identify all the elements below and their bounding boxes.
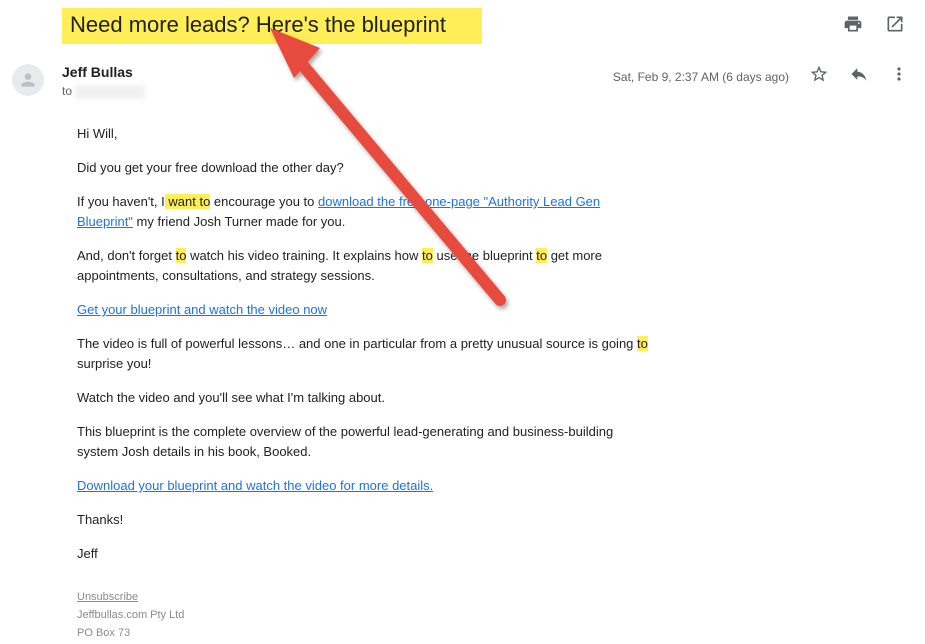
body-p6: Watch the video and you'll see what I'm … — [77, 388, 657, 408]
email-date: Sat, Feb 9, 2:37 AM (6 days ago) — [613, 70, 789, 84]
star-icon[interactable] — [809, 64, 829, 89]
to-label: to — [62, 84, 75, 98]
open-new-window-icon[interactable] — [885, 14, 905, 39]
body-p1: Did you get your free download the other… — [77, 158, 657, 178]
link-download-more-details[interactable]: Download your blueprint and watch the vi… — [77, 478, 433, 493]
link-get-blueprint[interactable]: Get your blueprint and watch the video n… — [77, 302, 327, 317]
body-p3: And, don't forget to watch his video tra… — [77, 246, 657, 286]
sender-name: Jeff Bullas — [62, 62, 613, 82]
sender-info: Jeff Bullas to — [62, 62, 613, 100]
reply-icon[interactable] — [849, 64, 869, 89]
body-p4: Get your blueprint and watch the video n… — [77, 300, 657, 320]
footer-company: Jeffbullas.com Pty Ltd — [77, 606, 657, 624]
footer-address: PO Box 73 — [77, 624, 657, 642]
email-subject: Need more leads? Here's the blueprint — [62, 8, 482, 44]
email-body: Hi Will, Did you get your free download … — [77, 124, 657, 642]
more-icon[interactable] — [889, 64, 909, 89]
unsubscribe-link[interactable]: Unsubscribe — [77, 591, 138, 603]
sender-avatar[interactable] — [12, 64, 44, 96]
body-p5: The video is full of powerful lessons… a… — [77, 334, 657, 374]
recipient-redacted — [75, 85, 145, 99]
body-p2: If you haven't, I want to encourage you … — [77, 192, 657, 232]
body-p8: Download your blueprint and watch the vi… — [77, 476, 657, 496]
print-icon[interactable] — [843, 14, 863, 39]
sender-to[interactable]: to — [62, 82, 613, 100]
body-p7: This blueprint is the complete overview … — [77, 422, 657, 462]
body-thanks: Thanks! — [77, 510, 657, 530]
email-footer: Unsubscribe Jeffbullas.com Pty Ltd PO Bo… — [77, 588, 657, 642]
body-signoff: Jeff — [77, 544, 657, 564]
greeting: Hi Will, — [77, 124, 657, 144]
header-action-icons — [843, 8, 909, 39]
